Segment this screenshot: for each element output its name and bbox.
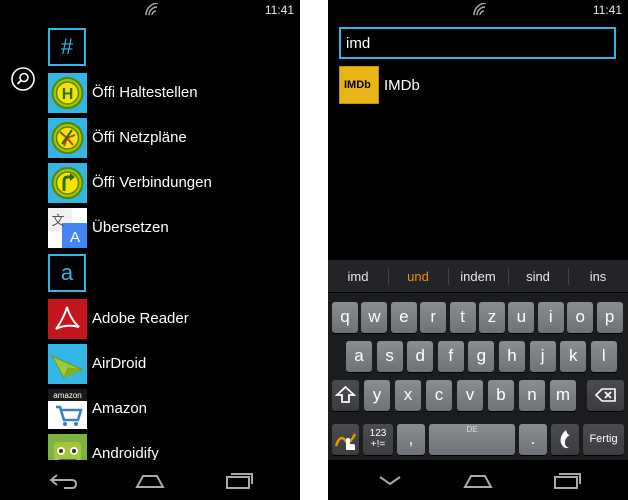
status-time: 11:41 [592, 3, 622, 17]
section-header-a: a [48, 254, 86, 292]
app-item-oeffi-haltestellen[interactable]: H Öffi Haltestellen [48, 73, 298, 113]
voice-key[interactable] [551, 424, 579, 455]
back-icon[interactable] [46, 468, 78, 492]
dragon-voice-icon [560, 430, 570, 449]
suggestion-item[interactable]: imd [328, 260, 388, 293]
wifi-icon [473, 3, 487, 16]
soft-keyboard: imd und indem sind ins 123 +!= , DE . Fe… [328, 260, 628, 460]
app-item-adobe-reader[interactable]: Adobe Reader [48, 299, 298, 339]
swype-key[interactable] [332, 424, 359, 455]
key-h[interactable]: h [499, 341, 525, 372]
key-z[interactable]: z [479, 302, 505, 333]
translate-icon: 文 A [48, 208, 87, 248]
app-label: Adobe Reader [92, 310, 189, 327]
adobe-reader-icon [48, 299, 87, 339]
app-item-oeffi-verbindungen[interactable]: Öffi Verbindungen [48, 163, 298, 203]
key-m[interactable]: m [550, 380, 576, 411]
app-drawer-screen: 11:41 # H Öffi Haltestellen Öffi Netzplä… [0, 0, 300, 500]
key-d[interactable]: d [407, 341, 434, 372]
key-n[interactable]: n [519, 380, 545, 411]
search-screen: 11:41 IMDb IMDb imd und indem sind ins [328, 0, 628, 500]
imdb-icon-text: IMDb [344, 79, 371, 91]
status-time: 11:41 [264, 3, 294, 17]
status-bar: 11:41 [0, 0, 300, 20]
key-q[interactable]: q [332, 302, 358, 333]
recent-apps-icon[interactable] [551, 468, 583, 492]
suggestion-item[interactable]: sind [508, 260, 568, 293]
key-y[interactable]: y [364, 380, 390, 411]
key-f[interactable]: f [437, 341, 464, 372]
recent-apps-icon[interactable] [223, 468, 255, 492]
navigation-bar [0, 460, 300, 500]
key-v[interactable]: v [457, 380, 483, 411]
wifi-icon [145, 3, 159, 16]
amazon-icon-text: amazon [53, 391, 81, 400]
period-key[interactable]: . [519, 424, 547, 455]
key-a[interactable]: a [346, 341, 372, 372]
suggestion-item-active[interactable]: und [388, 260, 448, 293]
app-item-oeffi-netzplaene[interactable]: Öffi Netzpläne [48, 118, 298, 158]
hide-keyboard-icon[interactable] [374, 468, 406, 492]
backspace-key[interactable] [587, 380, 624, 411]
key-w[interactable]: w [361, 302, 388, 333]
home-icon[interactable] [462, 468, 494, 492]
haltestellen-icon-letter: H [62, 86, 74, 103]
home-icon[interactable] [134, 468, 166, 492]
section-header-hash: # [48, 28, 86, 66]
space-key[interactable]: DE [429, 424, 515, 455]
search-result-imdb[interactable]: IMDb IMDb [339, 64, 616, 106]
done-key[interactable]: Fertig [583, 424, 624, 455]
app-item-airdroid[interactable]: AirDroid [48, 344, 298, 384]
key-c[interactable]: c [426, 380, 452, 411]
navigation-bar [328, 460, 628, 500]
backspace-icon [594, 388, 616, 402]
key-o[interactable]: o [567, 302, 594, 333]
comma-key[interactable]: , [397, 424, 425, 455]
app-label: AirDroid [92, 355, 147, 372]
oeffi-haltestellen-icon: H [48, 73, 87, 113]
app-item-amazon[interactable]: amazon Amazon [48, 389, 298, 429]
symbols-key[interactable]: 123 +!= [363, 424, 393, 455]
swype-icon [334, 433, 357, 450]
status-bar: 11:41 [328, 0, 628, 20]
shift-icon [334, 385, 357, 403]
app-label: Amazon [92, 400, 148, 417]
translate-icon-letter: A [70, 229, 80, 246]
key-i[interactable]: i [537, 302, 564, 333]
app-item-uebersetzen[interactable]: 文 A Übersetzen [48, 208, 298, 248]
key-x[interactable]: x [395, 380, 421, 411]
search-icon[interactable] [11, 67, 35, 91]
suggestion-bar: imd und indem sind ins [328, 260, 628, 293]
oeffi-verbindungen-icon [48, 163, 87, 203]
suggestion-item[interactable]: indem [448, 260, 508, 293]
key-k[interactable]: k [560, 341, 587, 372]
app-label: Öffi Haltestellen [92, 84, 198, 101]
key-j[interactable]: j [529, 341, 556, 372]
search-input[interactable] [339, 27, 616, 59]
key-u[interactable]: u [508, 302, 535, 333]
result-label: IMDb [384, 77, 420, 94]
oeffi-netzplaene-icon [48, 118, 87, 158]
suggestion-item[interactable]: ins [568, 260, 628, 293]
key-s[interactable]: s [376, 341, 403, 372]
key-t[interactable]: t [449, 302, 476, 333]
key-b[interactable]: b [488, 380, 514, 411]
key-g[interactable]: g [468, 341, 495, 372]
airdroid-icon [48, 344, 87, 384]
shift-key[interactable] [332, 380, 359, 411]
imdb-icon: IMDb [339, 66, 379, 104]
app-label: Öffi Netzpläne [92, 129, 187, 146]
key-e[interactable]: e [390, 302, 417, 333]
key-l[interactable]: l [590, 341, 617, 372]
app-label: Öffi Verbindungen [92, 174, 212, 191]
amazon-icon: amazon [48, 389, 87, 429]
app-label: Übersetzen [92, 219, 169, 236]
translate-icon-glyph: 文 [51, 214, 64, 229]
key-p[interactable]: p [596, 302, 623, 333]
key-r[interactable]: r [420, 302, 447, 333]
